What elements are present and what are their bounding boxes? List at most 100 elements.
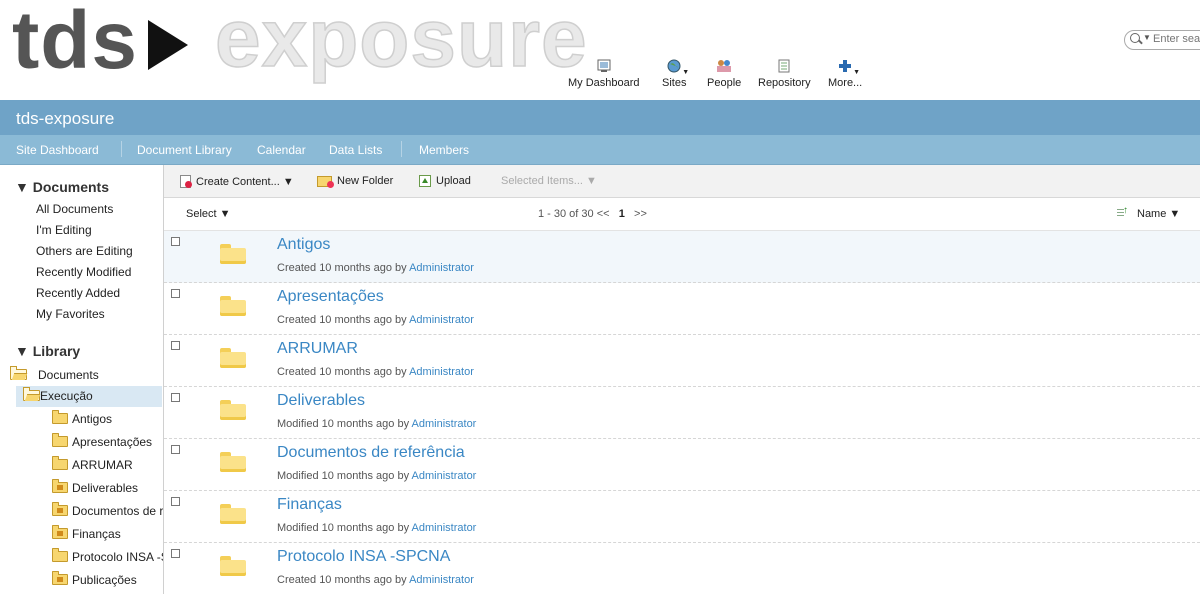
app-item-label: People — [707, 77, 742, 89]
folder-icon — [52, 502, 69, 517]
row-checkbox[interactable] — [171, 497, 180, 506]
author-link[interactable]: Administrator — [409, 262, 474, 274]
site-title[interactable]: tds-exposure — [16, 109, 114, 129]
tree-item-documentos-referencia[interactable]: Documentos de referência — [52, 501, 163, 522]
sort-ascending-icon[interactable] — [1117, 205, 1129, 218]
author-link[interactable]: Administrator — [412, 522, 477, 534]
filter-im-editing[interactable]: I'm Editing — [36, 223, 92, 237]
folder-icon — [52, 479, 69, 494]
tree-item-protocolo[interactable]: Protocolo INSA -SPCNA — [52, 547, 163, 568]
author-link[interactable]: Administrator — [409, 574, 474, 586]
folder-title-link[interactable]: Apresentações — [277, 288, 384, 306]
folder-icon[interactable] — [220, 504, 246, 524]
author-link[interactable]: Administrator — [412, 470, 477, 482]
filter-my-favorites[interactable]: My Favorites — [36, 307, 105, 321]
documents-heading[interactable]: ▼ Documents — [15, 179, 109, 195]
row-checkbox[interactable] — [171, 445, 180, 454]
folder-icon[interactable] — [220, 452, 246, 472]
chevron-down-icon[interactable]: ▼ — [1143, 33, 1151, 42]
select-menu[interactable]: Select ▼ — [186, 208, 231, 220]
tree-item-label: Deliverables — [72, 481, 139, 495]
sort-by-menu[interactable]: Name ▼ — [1137, 208, 1180, 220]
document-toolbar: Create Content... ▼ New Folder Upload Se… — [164, 165, 1200, 198]
document-list: Antigos Created 10 months ago by Adminis… — [164, 231, 1200, 594]
list-item[interactable]: ARRUMAR Created 10 months ago by Adminis… — [164, 335, 1200, 387]
nav-document-library[interactable]: Document Library — [137, 143, 232, 157]
row-checkbox[interactable] — [171, 341, 180, 350]
row-checkbox[interactable] — [171, 393, 180, 402]
list-item[interactable]: Protocolo INSA -SPCNA Created 10 months … — [164, 543, 1200, 594]
library-heading[interactable]: ▼ Library — [15, 343, 80, 359]
meta-text: Created 10 months ago by — [277, 314, 407, 326]
search-box[interactable]: ▼ — [1124, 30, 1200, 50]
repository-icon — [776, 58, 792, 74]
selected-items-menu[interactable]: Selected Items... ▼ — [501, 175, 597, 187]
author-link[interactable]: Administrator — [409, 366, 474, 378]
app-item-label: More... — [828, 77, 863, 89]
next-page-link[interactable]: >> — [634, 208, 647, 220]
folder-icon[interactable] — [220, 400, 246, 420]
app-item-repository[interactable]: Repository — [758, 58, 811, 89]
search-input[interactable] — [1153, 32, 1200, 46]
nav-data-lists[interactable]: Data Lists — [329, 143, 382, 157]
app-item-more[interactable]: ▼ More... — [828, 58, 862, 89]
app-item-my-dashboard[interactable]: My Dashboard — [568, 58, 640, 89]
tree-item-antigos[interactable]: Antigos — [52, 409, 163, 430]
folder-title-link[interactable]: Antigos — [277, 236, 330, 254]
app-item-sites[interactable]: ▼ Sites — [662, 58, 689, 89]
filter-all-documents[interactable]: All Documents — [36, 202, 113, 216]
pagination-range[interactable]: 1 - 30 of 30 << — [538, 208, 610, 220]
folder-icon[interactable] — [220, 348, 246, 368]
open-folder-icon — [23, 387, 40, 402]
filter-others-editing[interactable]: Others are Editing — [36, 244, 133, 258]
nav-members[interactable]: Members — [419, 143, 469, 157]
upload-button[interactable]: Upload — [419, 175, 471, 187]
folder-meta: Created 10 months ago by Administrator — [277, 574, 474, 586]
nav-site-dashboard[interactable]: Site Dashboard — [16, 143, 99, 157]
tree-item-financas[interactable]: Finanças — [52, 524, 163, 545]
tree-item-apresentacoes[interactable]: Apresentações — [52, 432, 163, 453]
row-checkbox[interactable] — [171, 549, 180, 558]
list-item[interactable]: Deliverables Modified 10 months ago by A… — [164, 387, 1200, 439]
create-content-button[interactable]: Create Content... ▼ — [180, 175, 294, 188]
upload-label: Upload — [436, 175, 471, 187]
folder-icon[interactable] — [220, 244, 246, 264]
author-link[interactable]: Administrator — [412, 418, 477, 430]
list-item[interactable]: Finanças Modified 10 months ago by Admin… — [164, 491, 1200, 543]
folder-icon[interactable] — [220, 556, 246, 576]
nav-divider — [121, 141, 122, 157]
row-checkbox[interactable] — [171, 289, 180, 298]
folder-title-link[interactable]: ARRUMAR — [277, 340, 358, 358]
list-item[interactable]: Documentos de referência Modified 10 mon… — [164, 439, 1200, 491]
folder-title-link[interactable]: Finanças — [277, 496, 342, 514]
list-item[interactable]: Apresentações Created 10 months ago by A… — [164, 283, 1200, 335]
plus-icon: ▼ — [837, 58, 860, 76]
folder-icon[interactable] — [220, 296, 246, 316]
folder-icon — [52, 548, 69, 563]
tree-item-arrumar[interactable]: ARRUMAR — [52, 455, 163, 476]
search-icon[interactable] — [1130, 33, 1140, 43]
meta-text: Created 10 months ago by — [277, 262, 407, 274]
folder-meta: Modified 10 months ago by Administrator — [277, 418, 476, 430]
folder-meta: Created 10 months ago by Administrator — [277, 366, 474, 378]
tree-item-publicacoes[interactable]: Publicações — [52, 570, 163, 591]
folder-title-link[interactable]: Documentos de referência — [277, 444, 465, 462]
filter-recently-added[interactable]: Recently Added — [36, 286, 120, 300]
new-folder-label: New Folder — [337, 175, 394, 187]
logo-text-exposure: exposure — [214, 0, 588, 85]
folder-title-link[interactable]: Protocolo INSA -SPCNA — [277, 548, 450, 566]
tree-item-deliverables[interactable]: Deliverables — [52, 478, 163, 499]
list-item[interactable]: Antigos Created 10 months ago by Adminis… — [164, 231, 1200, 283]
nav-calendar[interactable]: Calendar — [257, 143, 306, 157]
filter-recently-modified[interactable]: Recently Modified — [36, 265, 131, 279]
tree-item-execucao[interactable]: Execução — [16, 386, 162, 407]
row-checkbox[interactable] — [171, 237, 180, 246]
author-link[interactable]: Administrator — [409, 314, 474, 326]
folder-title-link[interactable]: Deliverables — [277, 392, 365, 410]
new-folder-button[interactable]: New Folder — [317, 175, 394, 188]
list-header: Select ▼ 1 - 30 of 30 << 1 >> Name ▼ — [164, 198, 1200, 231]
app-item-people[interactable]: People — [707, 58, 741, 89]
logo-play-icon — [148, 20, 188, 70]
tree-item-documents[interactable]: Documents — [0, 365, 163, 386]
sort-control: Name ▼ — [1117, 205, 1180, 220]
